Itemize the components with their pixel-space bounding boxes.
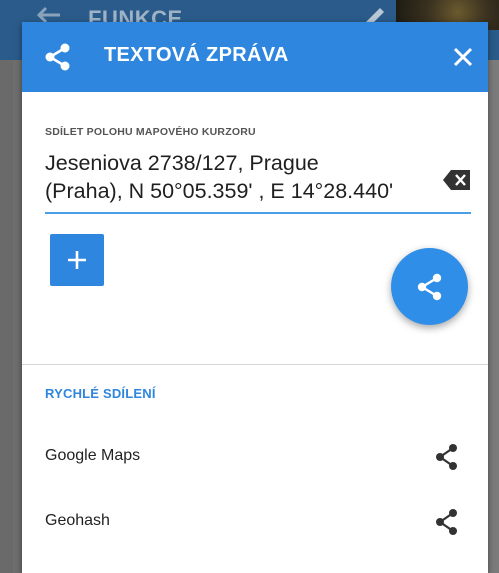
share-icon [417,273,442,301]
field-label: SDÍLET POLOHU MAPOVÉHO KURZORU [45,126,256,138]
message-text-line-1: Jeseniova 2738/127, Prague [45,151,319,175]
quick-share-item-label: Geohash [45,512,110,529]
message-text-field[interactable]: Jeseniova 2738/127, Prague (Praha), N 50… [45,149,443,205]
share-fab-button[interactable] [391,248,468,325]
close-icon[interactable] [450,44,476,70]
share-icon [45,43,70,71]
add-button[interactable] [50,234,104,286]
share-dialog: TEXTOVÁ ZPRÁVA SDÍLET POLOHU MAPOVÉHO KU… [22,22,488,573]
dialog-title: TEXTOVÁ ZPRÁVA [104,44,289,66]
section-divider [22,364,488,365]
quick-share-item-geohash[interactable]: Geohash [22,492,488,552]
field-underline [45,212,471,214]
plus-icon [68,251,86,269]
background-left-strip [0,60,13,573]
background-right-strip [488,60,499,573]
clear-text-icon[interactable] [443,170,471,190]
quick-share-item-google-maps[interactable]: Google Maps [22,427,488,487]
share-icon[interactable] [434,443,460,471]
dialog-header: TEXTOVÁ ZPRÁVA [22,22,488,92]
message-text-line-2: (Praha), N 50°05.359' , E 14°28.440' [45,179,394,203]
quick-share-title: RYCHLÉ SDÍLENÍ [45,386,156,401]
share-icon[interactable] [434,508,460,536]
quick-share-item-label: Google Maps [45,447,141,464]
